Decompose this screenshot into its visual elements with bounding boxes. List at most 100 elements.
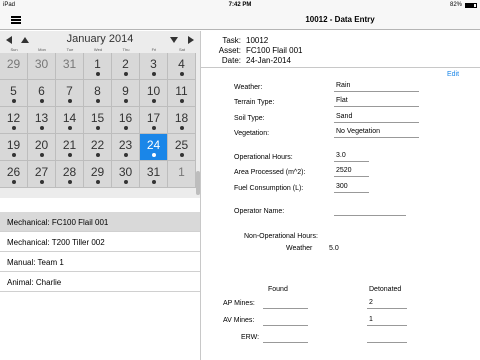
- calendar-day-number: 11: [175, 84, 188, 98]
- calendar-day[interactable]: 6: [28, 80, 56, 107]
- calendar-grid: 29 30 31 1 2 3 4 5 6 7 8 9 10 11 12 13 14 15 16 17 18 19 20 21 2…: [0, 53, 196, 188]
- calendar-day[interactable]: 16: [112, 107, 140, 134]
- calendar-day[interactable]: 30: [112, 161, 140, 188]
- calendar-header: January 2014: [0, 31, 200, 47]
- av-found-field[interactable]: [263, 316, 308, 326]
- calendar-day[interactable]: 29: [0, 53, 28, 80]
- calendar-day[interactable]: 26: [0, 161, 28, 188]
- calendar-day[interactable]: 14: [56, 107, 84, 134]
- nonop-weather-value[interactable]: 5.0: [329, 245, 339, 252]
- task-list: Mechanical: FC100 Flail 001 Mechanical: T…: [0, 212, 200, 292]
- event-dot-icon: [68, 180, 72, 184]
- calendar-day[interactable]: 11: [168, 80, 196, 107]
- battery-percent: 82%: [449, 2, 462, 8]
- weather-field[interactable]: Rain: [334, 82, 419, 92]
- event-dot-icon: [96, 99, 100, 103]
- calendar-day[interactable]: 22: [84, 134, 112, 161]
- event-dot-icon: [180, 99, 184, 103]
- event-dot-icon: [12, 153, 16, 157]
- ap-detonated-field[interactable]: 2: [367, 299, 407, 309]
- calendar-day-number: 21: [62, 138, 77, 152]
- calendar-day-number: 29: [6, 57, 21, 71]
- calendar-day[interactable]: 30: [28, 53, 56, 80]
- calendar-day-number: 3: [150, 57, 157, 71]
- calendar-day-number: 31: [146, 165, 161, 179]
- calendar-day-number: 2: [122, 57, 129, 71]
- calendar-day[interactable]: 5: [0, 80, 28, 107]
- calendar-day[interactable]: 21: [56, 134, 84, 161]
- task-list-item[interactable]: Animal: Charlie: [0, 272, 200, 292]
- calendar-day[interactable]: 9: [112, 80, 140, 107]
- event-dot-icon: [68, 99, 72, 103]
- calendar-day-number: 6: [38, 84, 45, 98]
- operational-hours-field[interactable]: 3.0: [334, 152, 369, 162]
- erw-label: ERW:: [241, 334, 260, 341]
- operational-hours-label: Operational Hours:: [234, 154, 293, 161]
- vegetation-field[interactable]: No Vegetation: [334, 128, 419, 138]
- event-dot-icon: [12, 126, 16, 130]
- erw-found-field[interactable]: [263, 333, 308, 343]
- av-detonated-field[interactable]: 1: [367, 316, 407, 326]
- calendar-day[interactable]: 18: [168, 107, 196, 134]
- task-list-item[interactable]: Mechanical: FC100 Flail 001: [0, 212, 200, 232]
- calendar-day[interactable]: 31: [56, 53, 84, 80]
- area-processed-field[interactable]: 2520: [334, 167, 369, 177]
- calendar-day[interactable]: 2: [112, 53, 140, 80]
- calendar-day[interactable]: 24: [140, 134, 168, 161]
- weather-label: Weather:: [234, 84, 263, 91]
- found-header: Found: [268, 286, 288, 293]
- operator-name-field[interactable]: [334, 206, 406, 216]
- calendar-day[interactable]: 3: [140, 53, 168, 80]
- calendar-day-number: 24: [146, 138, 161, 152]
- calendar-day-number: 4: [178, 57, 185, 71]
- calendar-day-number: 23: [118, 138, 133, 152]
- calendar-day[interactable]: 23: [112, 134, 140, 161]
- status-bar: iPad 7:42 PM 82%: [0, 0, 480, 10]
- calendar-day-number: 8: [94, 84, 101, 98]
- terrain-field[interactable]: Flat: [334, 97, 419, 107]
- erw-detonated-field[interactable]: [367, 333, 407, 343]
- calendar-day-number: 30: [34, 57, 49, 71]
- calendar-day[interactable]: 4: [168, 53, 196, 80]
- soil-field[interactable]: Sand: [334, 113, 419, 123]
- event-dot-icon: [180, 153, 184, 157]
- menu-icon[interactable]: [11, 16, 21, 24]
- calendar-day[interactable]: 15: [84, 107, 112, 134]
- calendar-day[interactable]: 17: [140, 107, 168, 134]
- task-list-item[interactable]: Manual: Team 1: [0, 252, 200, 272]
- calendar-day[interactable]: 1: [168, 161, 196, 188]
- ap-found-field[interactable]: [263, 299, 308, 309]
- calendar-day[interactable]: 8: [84, 80, 112, 107]
- event-dot-icon: [124, 153, 128, 157]
- event-dot-icon: [96, 153, 100, 157]
- scroll-down-icon[interactable]: [170, 37, 178, 43]
- event-dot-icon: [68, 126, 72, 130]
- non-operational-hours-label: Non-Operational Hours:: [244, 233, 318, 240]
- calendar-day[interactable]: 27: [28, 161, 56, 188]
- calendar-day[interactable]: 19: [0, 134, 28, 161]
- calendar-day[interactable]: 7: [56, 80, 84, 107]
- calendar-day-number: 14: [62, 111, 77, 125]
- calendar-day[interactable]: 28: [56, 161, 84, 188]
- event-dot-icon: [124, 99, 128, 103]
- next-month-icon[interactable]: [188, 36, 194, 44]
- calendar-day-number: 26: [6, 165, 21, 179]
- calendar-day[interactable]: 20: [28, 134, 56, 161]
- task-list-item[interactable]: Mechanical: T200 Tiller 002: [0, 232, 200, 252]
- calendar-day[interactable]: 1: [84, 53, 112, 80]
- calendar-day[interactable]: 31: [140, 161, 168, 188]
- calendar-day[interactable]: 25: [168, 134, 196, 161]
- event-dot-icon: [124, 72, 128, 76]
- ap-mines-label: AP Mines:: [223, 300, 255, 307]
- detail-pane: Task: 10012 Asset: FC100 Flail 001 Date:…: [201, 31, 480, 360]
- calendar-day-number: 31: [62, 57, 77, 71]
- calendar-day[interactable]: 13: [28, 107, 56, 134]
- calendar-day[interactable]: 10: [140, 80, 168, 107]
- calendar-day-number: 5: [10, 84, 17, 98]
- event-dot-icon: [68, 153, 72, 157]
- fuel-consumption-field[interactable]: 300: [334, 183, 369, 193]
- calendar-day[interactable]: 29: [84, 161, 112, 188]
- calendar-day-number: 7: [66, 84, 73, 98]
- event-dot-icon: [40, 99, 44, 103]
- calendar-day[interactable]: 12: [0, 107, 28, 134]
